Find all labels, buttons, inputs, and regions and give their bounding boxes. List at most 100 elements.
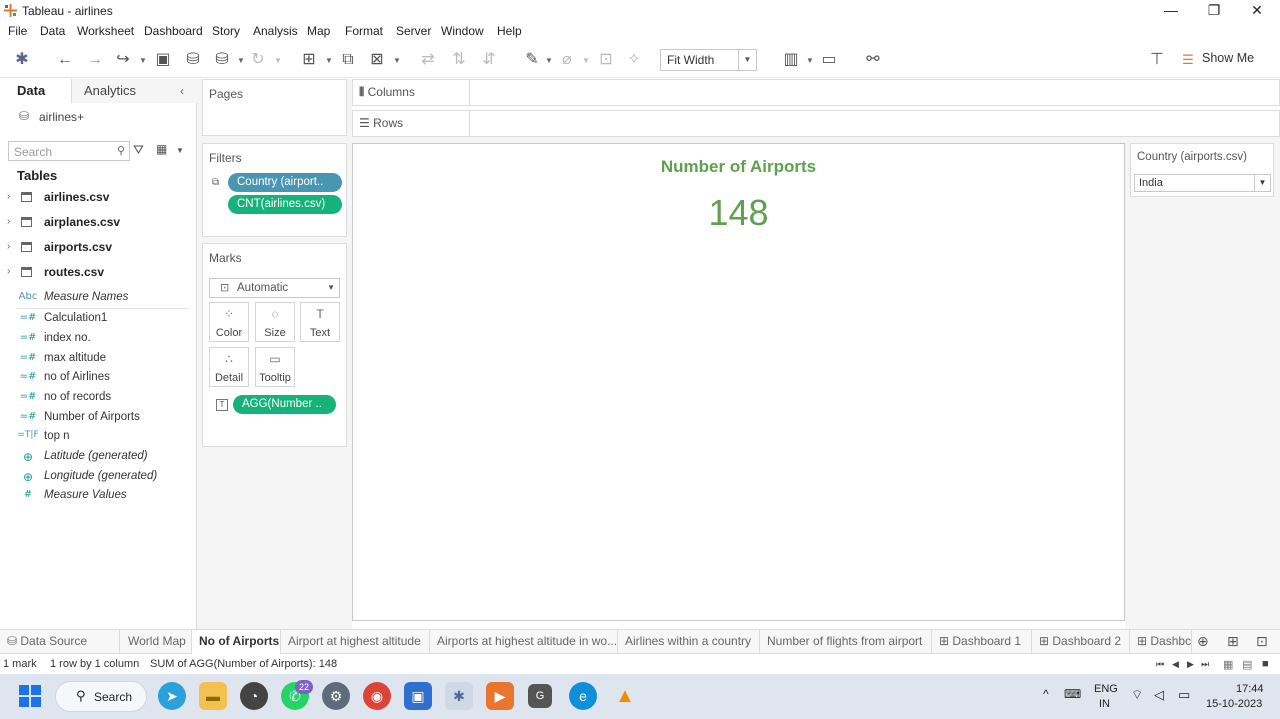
chevron-down-icon[interactable]: ▼ bbox=[274, 56, 282, 65]
taskbar-search[interactable]: ⚲ Search bbox=[55, 681, 147, 712]
vlc-icon[interactable]: ▲ bbox=[611, 682, 639, 710]
tab-analytics[interactable]: Analytics bbox=[72, 79, 197, 103]
restore-button[interactable]: ❐ bbox=[1194, 0, 1234, 22]
kpi-value[interactable]: 148 bbox=[353, 192, 1124, 234]
size-button[interactable]: ◌ Size bbox=[255, 302, 295, 342]
field-row[interactable]: ⊕ Latitude (generated) bbox=[0, 448, 197, 468]
show-cards-icon[interactable]: ▥ bbox=[781, 50, 801, 70]
chevron-right-icon[interactable]: › bbox=[7, 241, 10, 252]
prev-sheet-icon[interactable]: ◀ bbox=[1172, 659, 1179, 670]
quick-filter-dropdown[interactable]: India ▼ bbox=[1134, 174, 1271, 192]
field-row[interactable]: # Measure Values bbox=[0, 487, 197, 507]
save-icon[interactable]: ▣ bbox=[153, 50, 173, 70]
store-icon[interactable]: ▣ bbox=[404, 682, 432, 710]
filter-pill-cnt-airlines[interactable]: CNT(airlines.csv) bbox=[228, 195, 342, 214]
menu-map[interactable]: Map bbox=[307, 24, 330, 38]
menu-file[interactable]: File bbox=[8, 24, 27, 38]
group-members-icon[interactable]: ⌀ bbox=[557, 50, 577, 70]
mark-type-dropdown[interactable]: ⊡ Automatic ▼ bbox=[209, 278, 340, 298]
field-row[interactable]: =# Calculation1 bbox=[0, 310, 197, 330]
pause-updates-icon[interactable]: ⛁ bbox=[212, 50, 232, 70]
highlight-icon[interactable]: ✎ bbox=[522, 50, 542, 70]
table-row[interactable]: › routes.csv bbox=[0, 263, 197, 283]
chevron-down-icon[interactable]: ▼ bbox=[237, 56, 245, 65]
video-icon[interactable]: ▶ bbox=[486, 682, 514, 710]
sheet-sorter-icon[interactable]: ▤ bbox=[1242, 658, 1252, 671]
new-worksheet-icon[interactable]: ⊕ bbox=[1197, 633, 1209, 650]
menu-story[interactable]: Story bbox=[212, 24, 240, 38]
chevron-up-icon[interactable]: ^ bbox=[1043, 687, 1049, 701]
presentation-mode-icon[interactable]: ▭ bbox=[819, 50, 839, 70]
menu-dashboard[interactable]: Dashboard bbox=[144, 24, 203, 38]
field-row[interactable]: =# no of records bbox=[0, 389, 197, 409]
fix-axes-icon[interactable]: ✧ bbox=[624, 50, 644, 70]
first-sheet-icon[interactable]: ⏮ bbox=[1156, 659, 1164, 670]
field-row[interactable]: =# max altitude bbox=[0, 350, 197, 370]
chevron-right-icon[interactable]: › bbox=[7, 216, 10, 227]
refresh-icon[interactable]: ↻ bbox=[248, 50, 268, 70]
chevron-down-icon[interactable]: ▼ bbox=[393, 56, 401, 65]
new-datasource-icon[interactable]: ⛁ bbox=[183, 50, 203, 70]
show-me-button[interactable]: Show Me bbox=[1202, 51, 1254, 65]
app-g-icon[interactable]: G bbox=[528, 684, 552, 708]
filters-card[interactable]: Filters ⧉ Country (airport.. CNT(airline… bbox=[202, 143, 347, 237]
detail-button[interactable]: ∴ Detail bbox=[209, 347, 249, 387]
sort-descending-icon[interactable]: ⇵ bbox=[479, 50, 499, 70]
new-worksheet-icon[interactable]: ⊞ bbox=[299, 50, 319, 70]
field-row[interactable]: =T|F top n bbox=[0, 428, 197, 448]
chevron-down-icon[interactable]: ▼ bbox=[325, 56, 333, 65]
chevron-down-icon[interactable]: ▼ bbox=[806, 56, 814, 65]
search-input[interactable]: Search ⚲ bbox=[8, 141, 130, 161]
tab-dashboard-2[interactable]: ⊞ Dashboard 2 bbox=[1032, 630, 1130, 654]
menu-data[interactable]: Data bbox=[40, 24, 65, 38]
tab-airport-highest-altitude[interactable]: Airport at highest altitude bbox=[281, 630, 430, 654]
wifi-icon[interactable]: ⌔ bbox=[1131, 687, 1143, 703]
file-explorer-icon[interactable]: ▬ bbox=[199, 682, 227, 710]
share-icon[interactable]: ⚯ bbox=[863, 50, 883, 70]
menu-format[interactable]: Format bbox=[345, 24, 383, 38]
clear-sheet-icon[interactable]: ⊠ bbox=[367, 50, 387, 70]
tableau-taskbar-icon[interactable]: ✱ bbox=[445, 682, 473, 710]
filter-icon[interactable]: ⛛ bbox=[133, 142, 144, 158]
field-row[interactable]: ⊕ Longitude (generated) bbox=[0, 468, 197, 488]
settings-icon[interactable]: ⚙ bbox=[322, 682, 350, 710]
pages-card[interactable]: Pages bbox=[202, 79, 347, 136]
field-row[interactable]: =# no of Airlines bbox=[0, 369, 197, 389]
rows-shelf[interactable]: ☰ Rows bbox=[352, 110, 1280, 137]
worksheet-view[interactable]: Number of Airports 148 bbox=[352, 143, 1125, 621]
clock-time[interactable]: 17:44 bbox=[1236, 683, 1264, 695]
collapse-pane-icon[interactable]: ‹ bbox=[180, 79, 184, 103]
close-button[interactable]: ✕ bbox=[1237, 0, 1277, 22]
text-button[interactable]: T Text bbox=[300, 302, 340, 342]
minimize-button[interactable]: — bbox=[1151, 0, 1191, 22]
language-label[interactable]: ENG bbox=[1094, 683, 1118, 695]
last-sheet-icon[interactable]: ⏭ bbox=[1201, 659, 1209, 670]
tab-airports-highest-altitude-world[interactable]: Airports at highest altitude in wo... bbox=[430, 630, 618, 654]
next-sheet-icon[interactable]: ▶ bbox=[1187, 659, 1194, 670]
fit-dropdown[interactable]: Fit Width ▼ bbox=[660, 49, 757, 71]
chevron-right-icon[interactable]: › bbox=[7, 266, 10, 277]
tabs-view-icon[interactable]: ■ bbox=[1262, 658, 1269, 670]
chevron-down-icon[interactable]: ▼ bbox=[139, 56, 147, 65]
new-dashboard-icon[interactable]: ⊞ bbox=[1227, 633, 1239, 650]
menu-worksheet[interactable]: Worksheet bbox=[77, 24, 134, 38]
color-button[interactable]: ⁘ Color bbox=[209, 302, 249, 342]
table-row[interactable]: › airports.csv bbox=[0, 238, 197, 258]
chevron-down-icon[interactable]: ▼ bbox=[176, 146, 184, 155]
show-mark-labels-icon[interactable]: ⊡ bbox=[596, 50, 616, 70]
menu-help[interactable]: Help bbox=[497, 24, 522, 38]
tab-dashboard-3[interactable]: ⊞ Dashbc bbox=[1130, 630, 1192, 654]
undo-icon[interactable]: ← bbox=[55, 50, 75, 70]
battery-icon[interactable]: ▭ bbox=[1178, 687, 1190, 703]
table-row[interactable]: › airlines.csv bbox=[0, 188, 197, 208]
telegram-icon[interactable]: ➤ bbox=[158, 682, 186, 710]
menu-analysis[interactable]: Analysis bbox=[253, 24, 298, 38]
windows-start-icon[interactable] bbox=[19, 685, 41, 707]
field-row[interactable]: =# Number of Airports bbox=[0, 409, 197, 429]
duplicate-sheet-icon[interactable]: ⧉ bbox=[338, 50, 358, 70]
chrome-icon[interactable]: ◉ bbox=[363, 682, 391, 710]
columns-shelf[interactable]: ⦀ Columns bbox=[352, 79, 1280, 106]
view-options-icon[interactable]: ▦ bbox=[156, 142, 167, 156]
filter-pill-country[interactable]: Country (airport.. bbox=[228, 173, 342, 192]
redo-icon[interactable]: → bbox=[85, 50, 105, 70]
